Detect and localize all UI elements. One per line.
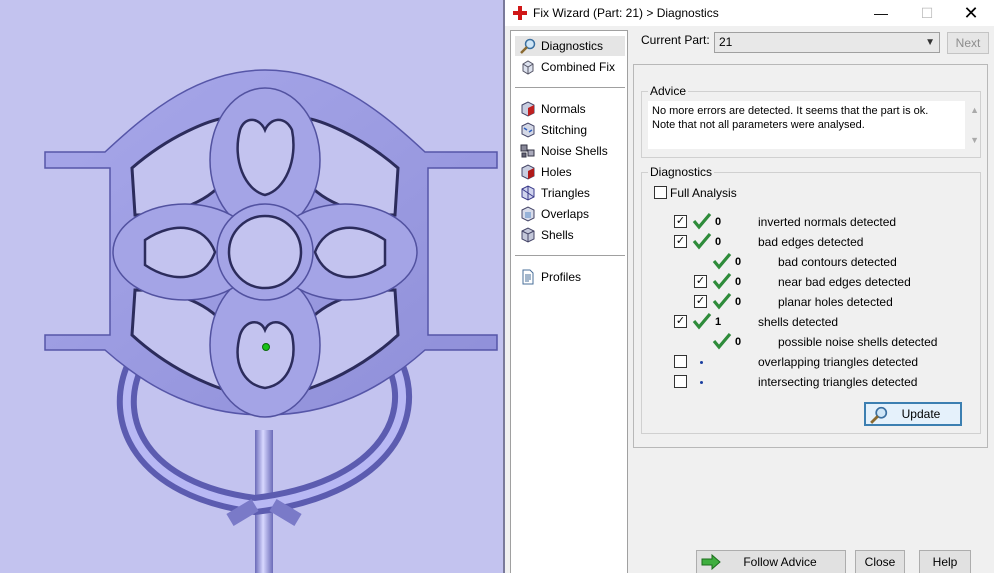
scroll-up-icon[interactable]: ▲ bbox=[970, 103, 979, 117]
next-button[interactable]: Next bbox=[947, 32, 989, 54]
row-label: inverted normals detected bbox=[758, 215, 897, 229]
current-part-select[interactable]: 21 ▼ bbox=[714, 32, 940, 53]
green-check-icon bbox=[692, 312, 712, 330]
nav-divider bbox=[515, 87, 625, 88]
row-count: 0 bbox=[735, 296, 742, 308]
follow-advice-label: Follow Advice bbox=[743, 555, 817, 569]
nav-label: Normals bbox=[541, 102, 586, 116]
advice-group: Advice No more errors are detected. It s… bbox=[641, 84, 981, 158]
nav-label: Triangles bbox=[541, 186, 590, 200]
row-label: overlapping triangles detected bbox=[758, 355, 919, 369]
shells-icon bbox=[521, 227, 535, 243]
red-cross-icon bbox=[513, 6, 527, 20]
row-count: 0 bbox=[715, 236, 722, 248]
nav-label: Profiles bbox=[541, 270, 582, 284]
green-check-icon bbox=[712, 252, 732, 270]
nav-label: Stitching bbox=[541, 123, 588, 137]
nav-label: Noise Shells bbox=[541, 144, 608, 158]
advice-title: Advice bbox=[648, 84, 689, 98]
nav-item-noise-shells[interactable]: Noise Shells bbox=[515, 141, 625, 161]
document-icon bbox=[522, 269, 534, 285]
nav-label: Shells bbox=[541, 228, 574, 242]
green-check-icon bbox=[712, 272, 732, 290]
row-label: bad edges detected bbox=[758, 235, 864, 249]
nav-item-diagnostics[interactable]: Diagnostics bbox=[515, 36, 625, 56]
row-checkbox[interactable]: ✓ bbox=[694, 275, 707, 288]
row-checkbox[interactable]: ✓ bbox=[674, 235, 687, 248]
3d-viewport[interactable] bbox=[0, 0, 503, 573]
row-count: 0 bbox=[735, 256, 742, 268]
nav-label: Overlaps bbox=[541, 207, 590, 221]
green-check-icon bbox=[692, 232, 712, 250]
nav-item-normals[interactable]: Normals bbox=[515, 99, 625, 119]
close-icon[interactable]: ✕ bbox=[948, 0, 994, 26]
row-count: 0 bbox=[715, 216, 722, 228]
arrow-right-icon bbox=[701, 554, 721, 570]
current-part-value: 21 bbox=[719, 35, 733, 49]
row-label: intersecting triangles detected bbox=[758, 375, 918, 389]
normals-icon bbox=[521, 101, 535, 117]
row-checkbox[interactable]: ✓ bbox=[674, 315, 687, 328]
magnifier-icon bbox=[870, 406, 888, 424]
nav-item-triangles[interactable]: Triangles bbox=[515, 183, 625, 203]
row-count: 1 bbox=[715, 316, 722, 328]
wizard-nav: Diagnostics Combined Fix Normals Stitchi… bbox=[510, 30, 628, 573]
row-label: bad contours detected bbox=[778, 255, 897, 269]
full-analysis-checkbox[interactable] bbox=[654, 186, 667, 199]
nav-label: Combined Fix bbox=[541, 60, 616, 74]
row-checkbox[interactable] bbox=[674, 375, 687, 388]
chevron-down-icon: ▼ bbox=[925, 37, 935, 48]
row-checkbox[interactable]: ✓ bbox=[694, 295, 707, 308]
cube-icon bbox=[522, 60, 534, 75]
row-count: 0 bbox=[735, 336, 742, 348]
follow-advice-button[interactable]: Follow Advice bbox=[696, 550, 846, 573]
current-part-label: Current Part: bbox=[641, 33, 710, 47]
scroll-down-icon[interactable]: ▼ bbox=[970, 133, 979, 147]
full-analysis-label: Full Analysis bbox=[670, 186, 737, 200]
green-check-icon bbox=[712, 332, 732, 350]
maximize-icon[interactable]: ☐ bbox=[904, 0, 950, 26]
update-label: Update bbox=[901, 407, 941, 421]
part-model bbox=[44, 69, 498, 573]
row-checkbox[interactable] bbox=[674, 355, 687, 368]
diagnostics-title: Diagnostics bbox=[648, 165, 715, 179]
advice-text: No more errors are detected. It seems th… bbox=[648, 101, 979, 149]
holes-icon bbox=[521, 164, 535, 180]
nav-divider bbox=[515, 255, 625, 256]
diagnostics-panel: Advice No more errors are detected. It s… bbox=[633, 64, 988, 448]
window-title: Fix Wizard (Part: 21) > Diagnostics bbox=[533, 6, 719, 20]
advice-line-2: Note that not all parameters were analys… bbox=[652, 119, 865, 131]
nav-item-shells[interactable]: Shells bbox=[515, 225, 625, 245]
update-button[interactable]: Update bbox=[864, 402, 962, 426]
nav-label: Holes bbox=[541, 165, 572, 179]
close-button[interactable]: Close bbox=[855, 550, 905, 573]
overlaps-icon bbox=[521, 206, 535, 222]
pending-dot-icon bbox=[700, 361, 703, 364]
help-button[interactable]: Help bbox=[919, 550, 971, 573]
pending-dot-icon bbox=[700, 381, 703, 384]
green-check-icon bbox=[692, 212, 712, 230]
magnifier-icon bbox=[520, 38, 536, 54]
row-label: planar holes detected bbox=[778, 295, 893, 309]
row-count: 0 bbox=[735, 276, 742, 288]
advice-line-1: No more errors are detected. It seems th… bbox=[652, 105, 929, 117]
nav-item-overlaps[interactable]: Overlaps bbox=[515, 204, 625, 224]
title-bar: Fix Wizard (Part: 21) > Diagnostics — ☐ … bbox=[505, 0, 994, 26]
row-checkbox[interactable]: ✓ bbox=[674, 215, 687, 228]
nav-item-holes[interactable]: Holes bbox=[515, 162, 625, 182]
fix-wizard-dialog: Fix Wizard (Part: 21) > Diagnostics — ☐ … bbox=[505, 0, 994, 573]
stitching-icon bbox=[521, 122, 535, 138]
nav-item-profiles[interactable]: Profiles bbox=[515, 267, 625, 287]
nav-item-stitching[interactable]: Stitching bbox=[515, 120, 625, 140]
row-label: possible noise shells detected bbox=[778, 335, 938, 349]
row-label: shells detected bbox=[758, 315, 839, 329]
row-label: near bad edges detected bbox=[778, 275, 911, 289]
diagnostics-group: Diagnostics Full Analysis ✓ 0 inverted n… bbox=[641, 165, 981, 434]
triangles-icon bbox=[521, 185, 535, 201]
nav-item-combined-fix[interactable]: Combined Fix bbox=[515, 57, 625, 77]
nav-label: Diagnostics bbox=[541, 39, 604, 53]
noise-shells-icon bbox=[520, 144, 535, 158]
green-check-icon bbox=[712, 292, 732, 310]
minimize-icon[interactable]: — bbox=[858, 0, 904, 26]
